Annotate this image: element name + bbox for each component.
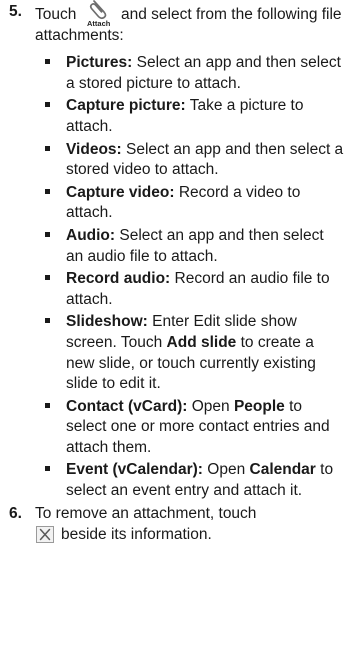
item-term: Audio: (66, 226, 116, 244)
list-item: Contact (vCard): Open People to select o… (35, 397, 344, 459)
step-text: To remove an attachment, touch (35, 504, 257, 522)
bullet-icon (45, 466, 50, 472)
close-icon (36, 526, 54, 544)
list-item: Pictures: Select an app and then select … (35, 53, 344, 94)
list-item: Capture picture: Take a picture to attac… (35, 96, 344, 137)
list-item: Record audio: Record an audio file to at… (35, 269, 344, 310)
bullet-icon (45, 145, 50, 151)
bullet-icon (45, 402, 50, 408)
list-item: Event (vCalendar): Open Calendar to sele… (35, 460, 344, 501)
attach-label: Attach (87, 19, 111, 28)
bullet-icon (45, 59, 50, 65)
item-emphasis: Add slide (166, 333, 237, 351)
item-term: Capture video: (66, 183, 175, 201)
attachment-list: Pictures: Select an app and then select … (35, 53, 344, 501)
item-term: Contact (vCard): (66, 397, 188, 415)
item-description: Open (191, 397, 230, 415)
list-item: Audio: Select an app and then select an … (35, 226, 344, 267)
step-5: 5. Touch Attach and select from the foll… (6, 0, 344, 502)
item-term: Event (vCalendar): (66, 461, 203, 479)
item-term: Record audio: (66, 270, 171, 288)
item-description: Open (207, 461, 246, 479)
step-number: 5. (9, 3, 22, 20)
item-term: Capture picture: (66, 97, 186, 115)
bullet-icon (45, 231, 50, 237)
list-item: Slideshow: Enter Edit slide show screen.… (35, 312, 344, 394)
item-emphasis: Calendar (249, 461, 316, 479)
item-term: Videos: (66, 140, 122, 158)
item-term: Pictures: (66, 54, 133, 72)
bullet-icon (45, 275, 50, 281)
item-emphasis: People (233, 397, 285, 415)
step-text: beside its information. (61, 526, 212, 544)
attach-icon: Attach (82, 0, 116, 28)
step-6: 6. To remove an attachment, touch beside… (6, 504, 344, 546)
item-term: Slideshow: (66, 313, 148, 331)
paperclip-icon (89, 0, 107, 20)
bullet-icon (45, 188, 50, 194)
list-item: Capture video: Record a video to attach. (35, 183, 344, 224)
instructions-page: 5. Touch Attach and select from the foll… (0, 0, 352, 647)
bullet-icon (45, 318, 50, 324)
step-text: Touch (35, 6, 77, 23)
bullet-icon (45, 102, 50, 108)
list-item: Videos: Select an app and then select a … (35, 140, 344, 181)
step-number: 6. (9, 504, 22, 522)
